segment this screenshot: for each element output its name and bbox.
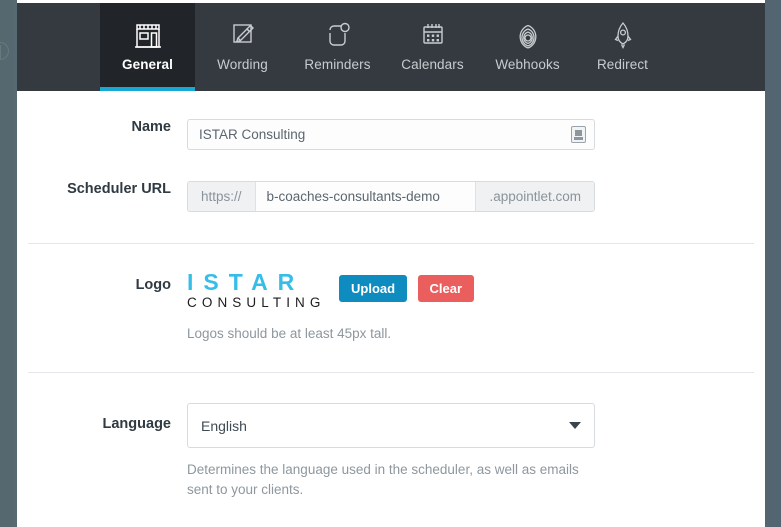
language-field-wrap: English Determines the language used in … xyxy=(187,403,765,500)
left-sidebar-rail xyxy=(0,0,17,527)
left-sidebar-rail-inner xyxy=(0,0,13,527)
language-select[interactable]: English xyxy=(187,403,595,449)
name-field-wrap: ISTAR Consulting xyxy=(187,119,765,150)
name-input-value: ISTAR Consulting xyxy=(199,127,306,142)
name-label: Name xyxy=(131,119,172,135)
tab-wording[interactable]: Wording xyxy=(195,3,290,91)
tabbar-spacer xyxy=(17,3,100,91)
language-label: Language xyxy=(102,416,171,433)
broadcast-signal-icon xyxy=(513,16,543,54)
field-row-language: Language English Determines the language… xyxy=(17,403,765,500)
logo-preview-row: ISTAR CONSULTING Upload Clear xyxy=(187,268,765,311)
tab-redirect-label: Redirect xyxy=(596,57,649,72)
upload-button[interactable]: Upload xyxy=(339,275,408,302)
field-row-scheduler-url: Scheduler URL https:// b-coaches-consult… xyxy=(17,181,765,212)
name-input[interactable]: ISTAR Consulting xyxy=(187,119,595,150)
storefront-icon xyxy=(133,16,163,54)
logo-field-wrap: ISTAR CONSULTING Upload Clear Logos shou… xyxy=(187,268,765,344)
tab-calendars-label: Calendars xyxy=(401,57,464,72)
calendar-icon xyxy=(418,16,448,54)
tab-general-label: General xyxy=(122,57,173,72)
app-root: General Wording Reminders Calendars Webh… xyxy=(0,0,781,527)
settings-tabbar: General Wording Reminders Calendars Webh… xyxy=(17,3,765,91)
logo-wordmark-bottom: CONSULTING xyxy=(187,295,326,311)
right-edge-rail xyxy=(765,0,781,527)
pencil-square-icon xyxy=(228,16,258,54)
scheduler-url-prefix: https:// xyxy=(188,182,256,211)
field-row-name: Name ISTAR Consulting xyxy=(17,119,765,150)
language-select-value: English xyxy=(201,417,247,434)
autofill-badge-icon[interactable] xyxy=(571,126,586,143)
logo-label: Logo xyxy=(135,277,171,293)
tab-reminders-label: Reminders xyxy=(304,57,371,72)
scheduler-url-input[interactable]: b-coaches-consultants-demo xyxy=(255,182,476,211)
logo-buttons: Upload Clear xyxy=(339,268,475,302)
scheduler-url-field-wrap: https:// b-coaches-consultants-demo .app… xyxy=(187,181,765,212)
tab-redirect[interactable]: Redirect xyxy=(575,3,670,91)
tab-webhooks-label: Webhooks xyxy=(495,57,560,72)
rocket-icon xyxy=(608,16,638,54)
scheduler-url-suffix: .appointlet.com xyxy=(475,182,594,211)
logo-wordmark-top: ISTAR xyxy=(187,269,305,295)
divider-after-logo xyxy=(28,372,754,374)
logo-image: ISTAR CONSULTING xyxy=(187,268,339,311)
tab-webhooks[interactable]: Webhooks xyxy=(480,3,575,91)
scheduler-url-input-group: https:// b-coaches-consultants-demo .app… xyxy=(187,181,595,212)
divider-after-url xyxy=(28,243,754,244)
tab-general[interactable]: General xyxy=(100,3,195,91)
tab-calendars[interactable]: Calendars xyxy=(385,3,480,91)
scheduler-url-label: Scheduler URL xyxy=(67,181,171,197)
clear-button[interactable]: Clear xyxy=(417,275,475,302)
logo-help-text: Logos should be at least 45px tall. xyxy=(187,326,392,342)
language-help-text: Determines the language used in the sche… xyxy=(187,462,579,498)
chevron-down-icon xyxy=(569,422,581,430)
notification-square-icon xyxy=(323,16,353,54)
tab-reminders[interactable]: Reminders xyxy=(290,3,385,91)
general-settings-form: Name ISTAR Consulting Scheduler URL http… xyxy=(17,91,765,527)
tab-wording-label: Wording xyxy=(217,57,268,72)
field-row-logo: Logo ISTAR CONSULTING Upload Clear Logos… xyxy=(17,268,765,344)
